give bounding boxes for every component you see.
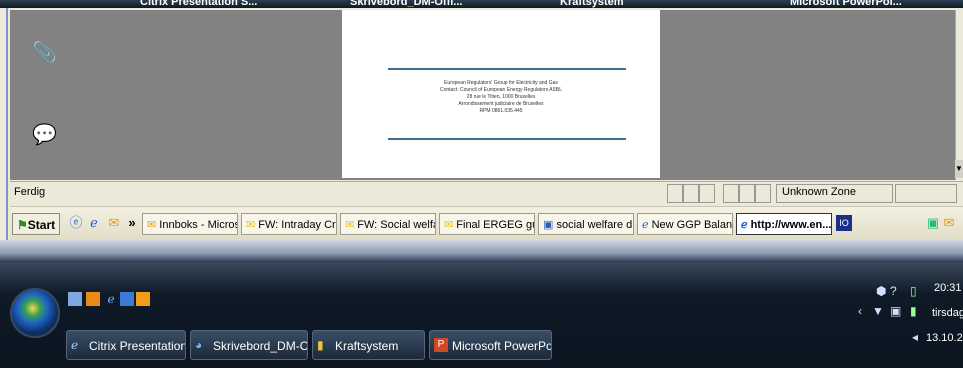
ie-icon[interactable]: ℯ	[104, 292, 118, 306]
scroll-down-button[interactable]: ▼	[955, 160, 963, 178]
task-inbox[interactable]: ✉ Innboks - Microso...	[142, 213, 238, 235]
battery-icon[interactable]: ▯	[910, 284, 917, 298]
switch-windows-icon[interactable]	[120, 292, 134, 306]
task-http[interactable]: ℯ http://www.en...	[736, 213, 832, 235]
task-final-ergeg[interactable]: ✉ Final ERGEG guid...	[439, 213, 535, 235]
filter-icon[interactable]: ▼	[872, 304, 884, 318]
folder-icon: ▮	[317, 338, 324, 352]
network-icon[interactable]: ⬢	[876, 284, 886, 298]
clock-time[interactable]: 20:31	[934, 282, 962, 294]
doc-line: Arrondissement judiciaire de Bruxelles	[458, 101, 544, 107]
task-fw-social[interactable]: ✉ FW: Social welfar...	[340, 213, 436, 235]
ie-icon: ℯ	[741, 219, 751, 231]
status-text: Ferdig	[14, 186, 46, 198]
task-label: New GGP Balanci...	[651, 219, 733, 231]
document-page: European Regulators' Group for Electrici…	[342, 10, 660, 178]
help-icon[interactable]: ?	[890, 284, 897, 298]
start-label: Start	[27, 218, 56, 232]
task-label: social welfare dra...	[556, 219, 633, 231]
top-task-powerpoint[interactable]: Microsoft PowerPoi...	[790, 0, 960, 8]
window-frame	[6, 8, 8, 262]
doc-line: Contact: Council of European Energy Regu…	[439, 87, 563, 93]
tray-icon[interactable]: ✉	[941, 215, 957, 231]
status-cell	[755, 184, 771, 203]
task-new-ggp[interactable]: ℯ New GGP Balanci...	[637, 213, 733, 235]
status-cell	[683, 184, 699, 203]
task-skrivebord[interactable]: ◕ Skrivebord_DM-Offi...	[190, 330, 308, 360]
vista-taskbar: ℯ ℯ Citrix Presentation S... ◕ Skrivebord_…	[0, 262, 963, 368]
task-label: Innboks - Microso...	[159, 219, 237, 231]
show-hidden-icons-chevron[interactable]: ‹	[858, 304, 862, 318]
vertical-scrollbar[interactable]	[955, 10, 963, 180]
window-gap	[0, 240, 963, 262]
status-cell	[723, 184, 739, 203]
task-fw-intraday[interactable]: ✉ FW: Intraday Cro...	[241, 213, 337, 235]
task-label: Microsoft PowerPoi...	[452, 339, 551, 353]
doc-line: RPM 0861.035.445	[479, 108, 523, 114]
ie-icon: ℯ	[642, 219, 652, 231]
tray-icon[interactable]: ▣	[925, 215, 941, 231]
windows-start-orb[interactable]	[10, 288, 60, 338]
task-kraftsystem[interactable]: ▮ Kraftsystem	[312, 330, 425, 360]
status-cell	[699, 184, 715, 203]
mail-icon: ✉	[246, 219, 259, 231]
task-label: Skrivebord_DM-Offi...	[213, 339, 308, 353]
task-label: Kraftsystem	[335, 339, 399, 353]
paperclip-icon[interactable]: 📎	[32, 40, 57, 65]
doc-line: European Regulators' Group for Electrici…	[444, 80, 558, 86]
clock-day[interactable]: tirsdag	[932, 307, 963, 319]
status-cell	[667, 184, 683, 203]
app-tray-icon[interactable]: IO	[836, 215, 852, 231]
top-task-skrivebord[interactable]: Skrivebord_DM-Offi...	[350, 0, 520, 8]
ie-icon: ℯ	[71, 338, 79, 352]
task-social-welfare[interactable]: ▣ social welfare dra...	[538, 213, 634, 235]
media-icon[interactable]	[136, 292, 150, 306]
powerpoint-icon: P	[434, 338, 448, 352]
ie-icon[interactable]: ℯ	[86, 215, 102, 231]
security-zone-label: Unknown Zone	[782, 186, 856, 198]
task-label: http://www.en...	[750, 219, 832, 231]
task-citrix[interactable]: ℯ Citrix Presentation S...	[66, 330, 186, 360]
document-viewer: 📎 💬 European Regulators' Group for Elect…	[10, 10, 955, 180]
mail-icon: ✉	[444, 219, 457, 231]
clock-date[interactable]: 13.10.2009	[926, 332, 963, 344]
doc-line: 28 rue le Titien, 1000 Bruxelles	[466, 94, 536, 100]
start-button[interactable]: ⚑Start	[12, 213, 60, 235]
top-task-kraftsystem[interactable]: Kraftsystem	[560, 0, 710, 8]
footer-rule	[388, 138, 626, 140]
task-label: Citrix Presentation S...	[89, 339, 186, 353]
outlook-icon: ✉	[147, 219, 160, 231]
status-cell	[895, 184, 957, 203]
header-rule	[388, 68, 626, 70]
comments-icon[interactable]: 💬	[32, 122, 57, 147]
app-tray-icon[interactable]: ▣	[890, 304, 901, 318]
top-taskbar-strip: Citrix Presentation S... Skrivebord_DM-O…	[0, 0, 963, 8]
session-taskbar: ⚑Start ⓔ ℯ ✉ » ✉ Innboks - Microso... ✉ …	[10, 206, 963, 241]
task-powerpoint[interactable]: P Microsoft PowerPoi...	[429, 330, 552, 360]
task-label: Final ERGEG guid...	[456, 219, 534, 231]
outlook-icon[interactable]: ✉	[106, 215, 122, 231]
more-chevron[interactable]: »	[124, 215, 140, 231]
browser-icon[interactable]: ⓔ	[68, 215, 84, 231]
volume-icon[interactable]: ◂	[912, 330, 918, 344]
task-label: FW: Social welfar...	[357, 219, 435, 231]
desktop-icon[interactable]	[68, 292, 82, 306]
windows-flag-icon: ⚑	[17, 218, 28, 232]
outlook-icon[interactable]	[86, 292, 100, 306]
task-label: FW: Intraday Cro...	[258, 219, 336, 231]
mail-icon: ✉	[345, 219, 358, 231]
power-icon[interactable]: ▮	[910, 304, 917, 318]
word-icon: ▣	[543, 219, 557, 231]
top-task-citrix[interactable]: Citrix Presentation S...	[140, 0, 310, 8]
status-cell	[739, 184, 755, 203]
citrix-icon: ◕	[195, 338, 203, 352]
browser-statusbar: Ferdig Unknown Zone	[10, 181, 963, 204]
